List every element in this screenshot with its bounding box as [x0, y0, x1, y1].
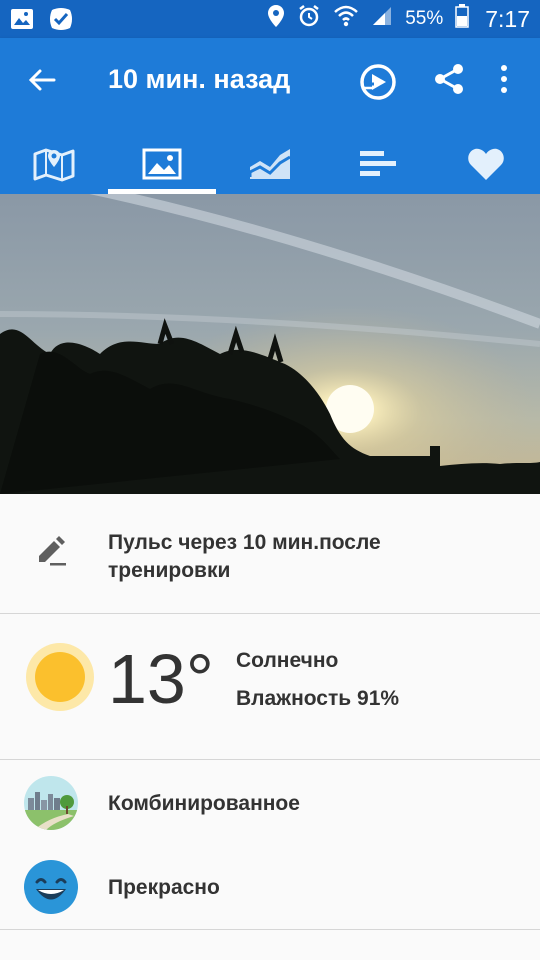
- share-button[interactable]: [432, 62, 468, 102]
- map-icon: [33, 148, 75, 181]
- tab-chart[interactable]: [216, 133, 324, 194]
- tab-map[interactable]: [0, 133, 108, 194]
- note-row[interactable]: Пульс через 10 мин.после тренировки: [0, 494, 540, 614]
- alarm-icon: [297, 4, 321, 34]
- battery-percent: 55%: [405, 8, 444, 29]
- list-icon: [360, 150, 396, 176]
- tab-bar: [0, 133, 540, 194]
- wifi-icon: [333, 4, 359, 34]
- humidity: Влажность 91%: [236, 687, 400, 710]
- checkmark-badge-icon: [48, 7, 74, 36]
- signal-icon: [371, 5, 393, 33]
- note-text: Пульс через 10 мин.после тренировки: [108, 531, 381, 582]
- surface-row[interactable]: Комбинированное: [0, 762, 540, 846]
- edit-icon[interactable]: [34, 534, 68, 573]
- weather-condition: Солнечно: [236, 649, 339, 672]
- tab-heart[interactable]: [432, 133, 540, 194]
- tab-list[interactable]: [324, 133, 432, 194]
- location-icon: [267, 4, 285, 34]
- sun-icon: [25, 642, 95, 717]
- photo-icon: [142, 148, 182, 179]
- weather-row: 13° Солнечно Влажность 91%: [0, 615, 540, 760]
- share-route-button[interactable]: [358, 62, 398, 102]
- share-route-icon: [360, 64, 396, 100]
- more-options-button[interactable]: [492, 62, 516, 102]
- feeling-label: Прекрасно: [108, 876, 220, 899]
- more-vert-icon: [501, 65, 507, 93]
- workout-photo[interactable]: [0, 194, 540, 494]
- back-button[interactable]: [24, 60, 60, 100]
- feeling-row[interactable]: Прекрасно: [0, 846, 540, 930]
- back-arrow-icon: [28, 69, 56, 91]
- chart-icon: [248, 148, 291, 179]
- share-icon: [435, 64, 463, 94]
- heart-icon: [468, 148, 504, 180]
- clock: 7:17: [485, 5, 530, 32]
- status-bar: 55% 7:17: [0, 0, 540, 38]
- tab-photo[interactable]: [108, 133, 216, 194]
- page-title: 10 мин. назад: [108, 64, 291, 94]
- smiley-face-icon: [24, 860, 78, 919]
- battery-icon: [455, 4, 469, 34]
- gallery-icon: [10, 7, 34, 36]
- temperature: 13°: [108, 640, 214, 718]
- city-park-icon: [24, 776, 78, 835]
- app-bar: 10 мин. назад: [0, 38, 540, 194]
- surface-label: Комбинированное: [108, 792, 300, 815]
